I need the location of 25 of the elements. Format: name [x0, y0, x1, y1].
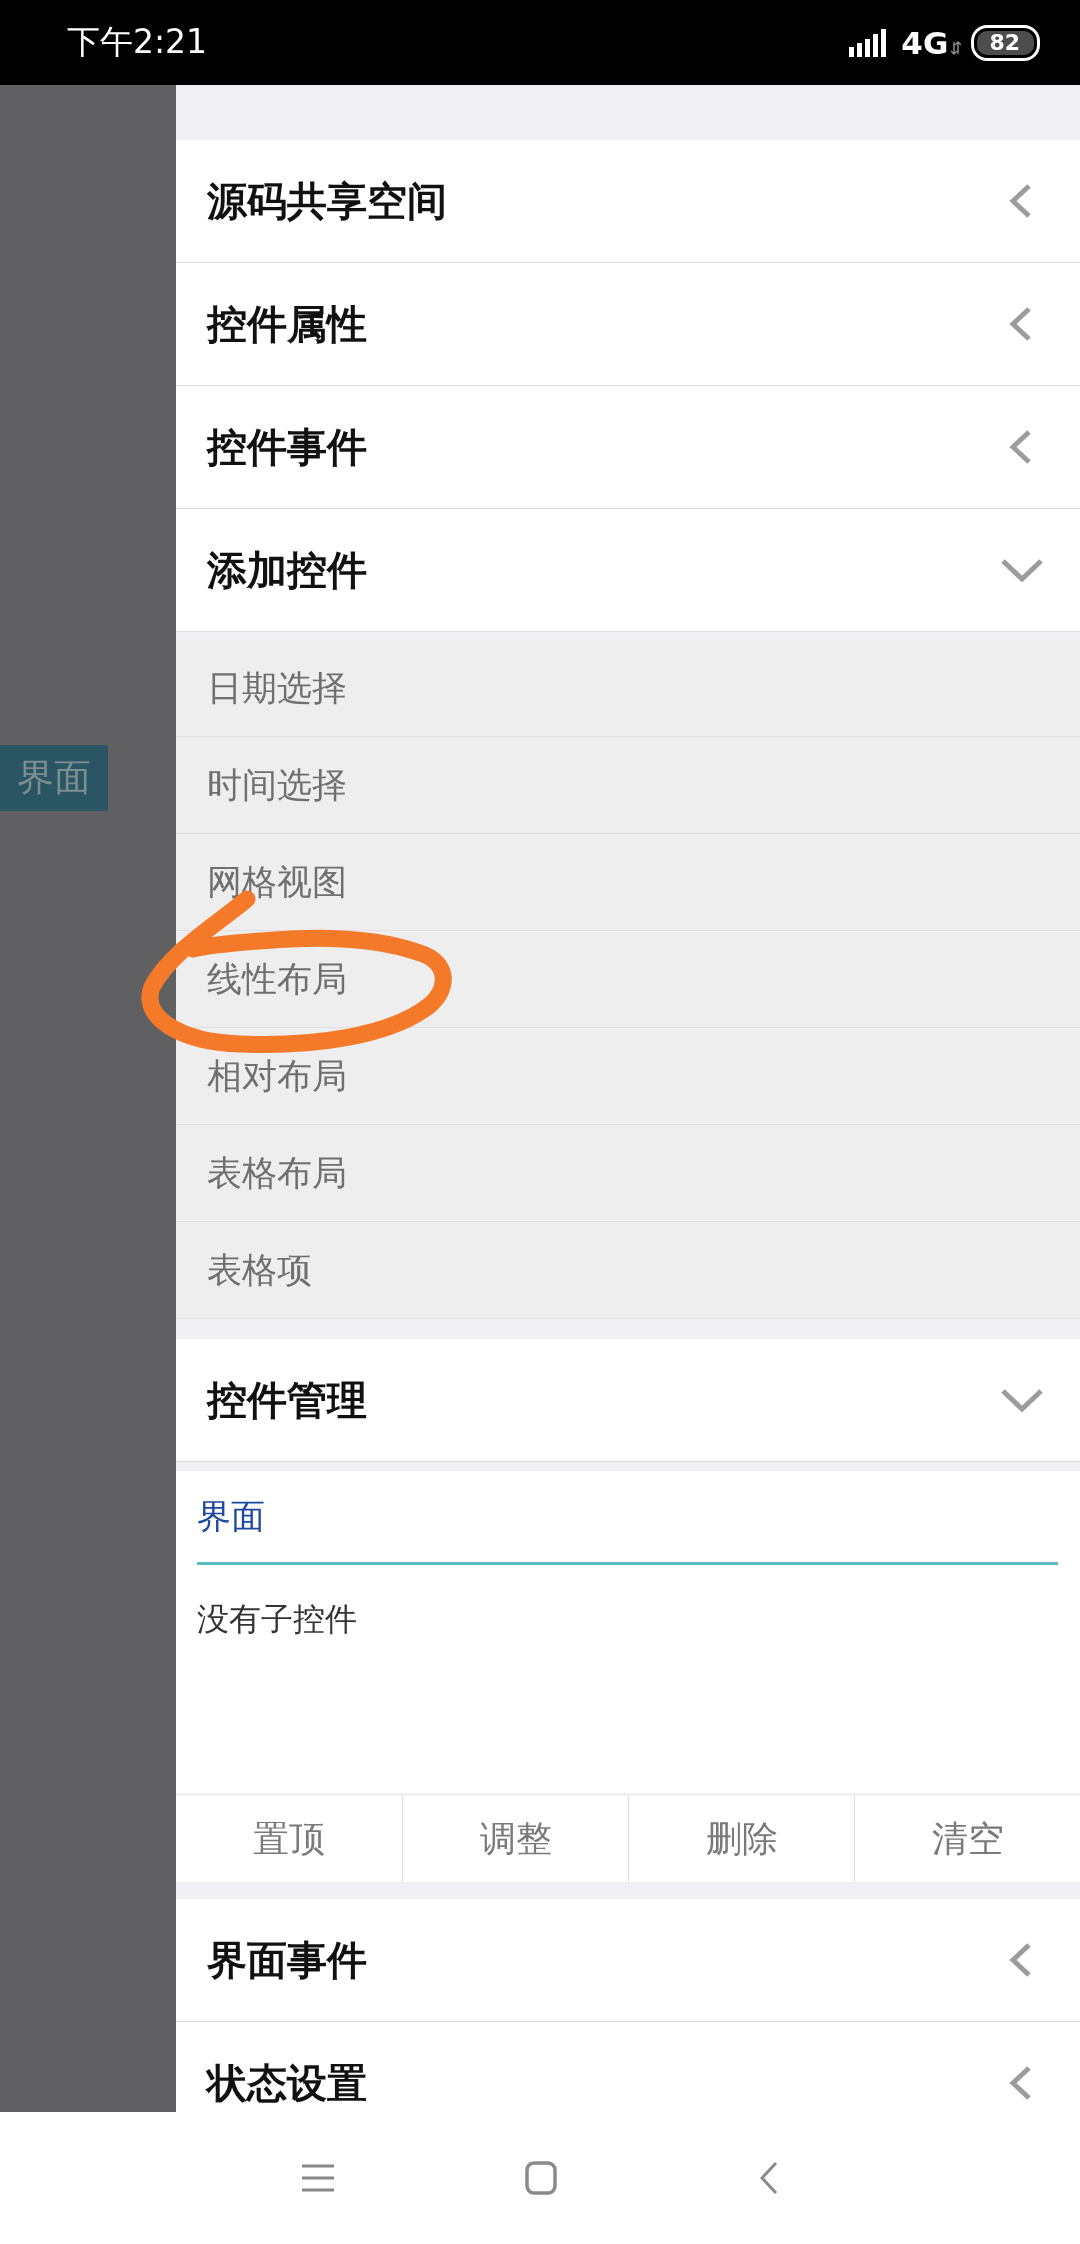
battery-indicator: 82 — [971, 24, 1040, 61]
view-tag[interactable]: 界面 — [0, 745, 108, 811]
list-item[interactable]: 日期选择 — [176, 640, 1080, 737]
section-header[interactable]: 界面事件 — [176, 1899, 1080, 2022]
data-arrows-icon — [951, 40, 962, 55]
path-label[interactable]: 界面 — [197, 1493, 265, 1540]
signal-icon — [849, 28, 888, 57]
list-item[interactable]: 时间选择 — [176, 737, 1080, 834]
list-item[interactable]: 表格项 — [176, 1222, 1080, 1319]
section-header[interactable]: 控件事件 — [176, 386, 1080, 509]
section-header[interactable]: 添加控件 — [176, 509, 1080, 632]
menu-icon[interactable] — [302, 2164, 334, 2192]
status-time: 下午2:21 — [67, 21, 208, 63]
back-icon[interactable] — [760, 2161, 778, 2195]
section-header[interactable]: 状态设置 — [176, 2022, 1080, 2112]
square-icon[interactable] — [525, 2161, 557, 2195]
empty-message: 没有子控件 — [197, 1599, 358, 1640]
network-label: 4G — [901, 24, 949, 61]
list-item[interactable]: 网格视图 — [176, 834, 1080, 931]
list-item[interactable]: 相对布局 — [176, 1028, 1080, 1125]
list-item[interactable]: 线性布局 — [176, 931, 1080, 1028]
section-header[interactable]: 控件属性 — [176, 263, 1080, 386]
section-header[interactable]: 源码共享空间 — [176, 140, 1080, 263]
list-item[interactable]: 表格布局 — [176, 1125, 1080, 1222]
section-header[interactable]: 控件管理 — [176, 1339, 1080, 1462]
